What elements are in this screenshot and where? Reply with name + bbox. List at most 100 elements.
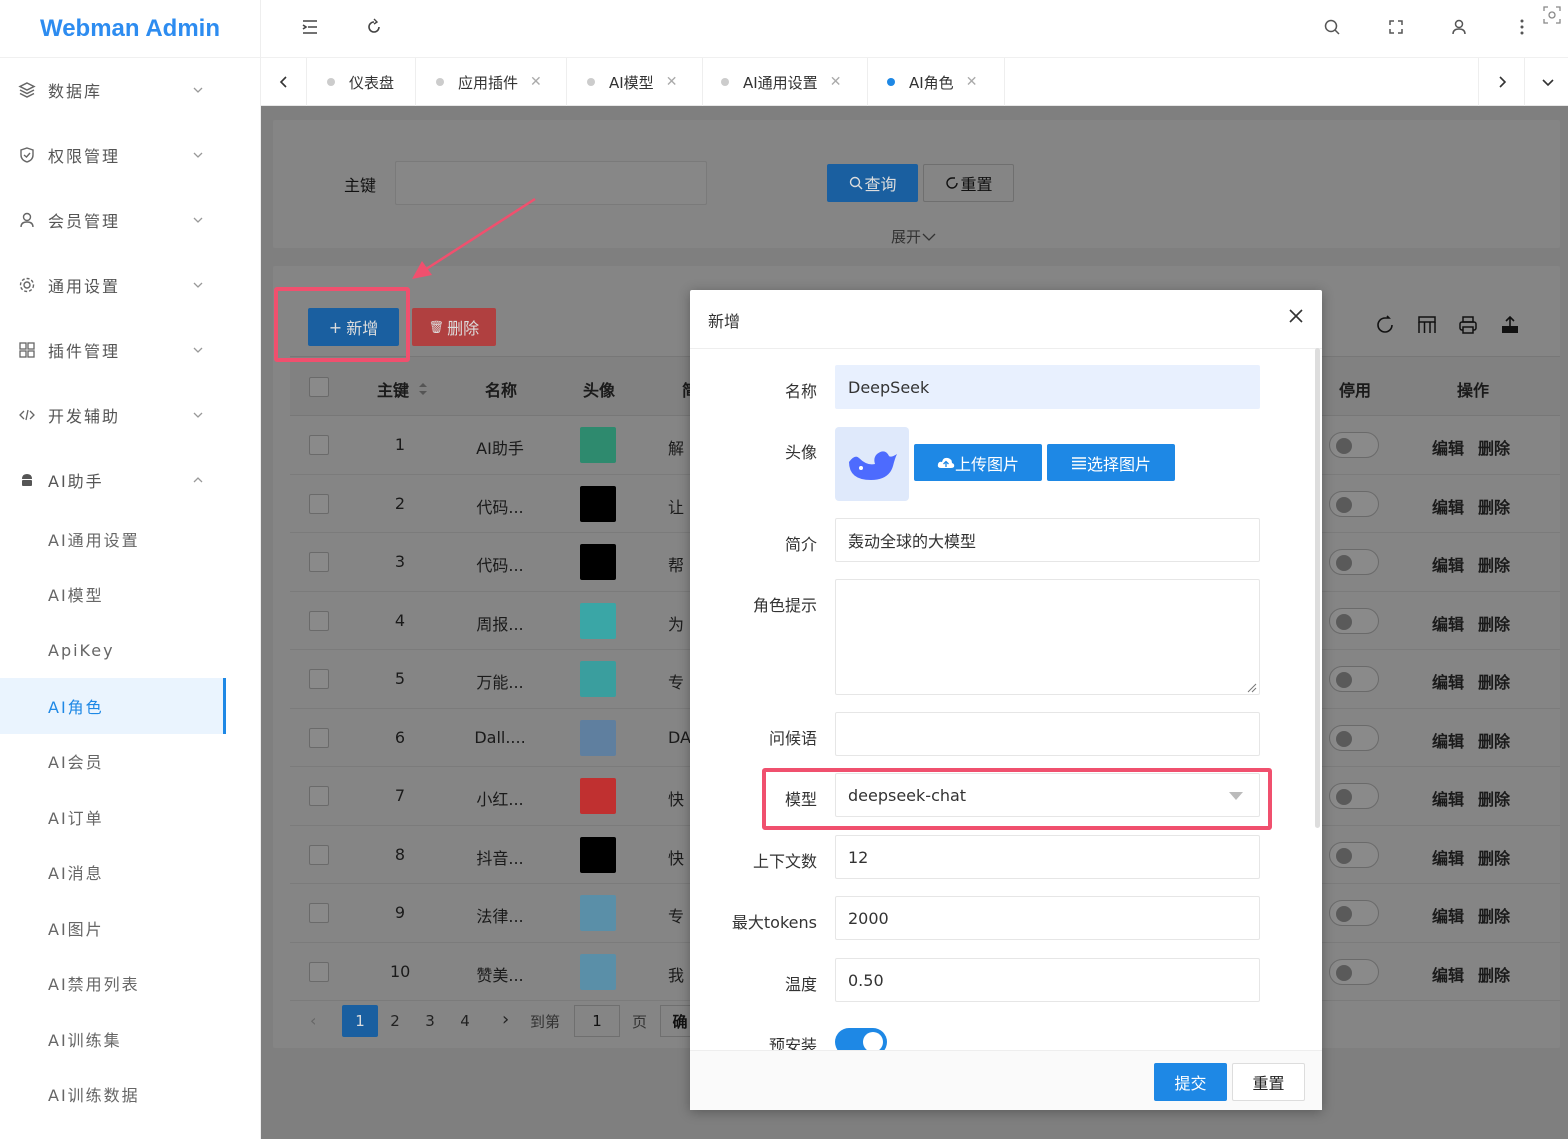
tokens-input[interactable]: 2000 bbox=[835, 896, 1260, 940]
close-icon[interactable]: ✕ bbox=[830, 74, 842, 90]
row-delete-button[interactable]: 删除 bbox=[1478, 728, 1510, 752]
row-checkbox[interactable] bbox=[309, 669, 329, 689]
row-checkbox[interactable] bbox=[309, 610, 329, 631]
row-delete-button[interactable]: 删除 bbox=[1478, 786, 1510, 810]
sidebar-item-settings[interactable]: 通用设置 bbox=[0, 257, 226, 313]
row-delete-button[interactable]: 删除 bbox=[1478, 494, 1510, 518]
sidebar-subitem[interactable]: AI会员 bbox=[0, 733, 226, 789]
row-disabled-toggle[interactable] bbox=[1329, 724, 1379, 751]
export-icon[interactable] bbox=[1499, 314, 1521, 340]
sidebar-subitem[interactable]: AI模型 bbox=[0, 566, 226, 622]
sidebar-subitem[interactable]: AI订单 bbox=[0, 789, 226, 845]
select-all-checkbox[interactable] bbox=[309, 377, 329, 397]
row-disabled-toggle[interactable] bbox=[1329, 783, 1379, 809]
sidebar-item-members[interactable]: 会员管理 bbox=[0, 192, 226, 248]
more-vertical-icon[interactable] bbox=[1509, 14, 1535, 40]
row-edit-button[interactable]: 编辑 bbox=[1432, 435, 1464, 459]
prompt-textarea[interactable] bbox=[835, 579, 1260, 695]
sidebar-subitem[interactable]: AI通用设置 bbox=[0, 511, 226, 567]
resize-handle-icon[interactable] bbox=[1247, 683, 1257, 693]
row-delete-button[interactable]: 删除 bbox=[1478, 903, 1510, 927]
temperature-input[interactable]: 0.50 bbox=[835, 958, 1260, 1002]
greeting-input[interactable] bbox=[835, 712, 1260, 756]
row-edit-button[interactable]: 编辑 bbox=[1432, 962, 1464, 986]
row-edit-button[interactable]: 编辑 bbox=[1432, 845, 1464, 869]
row-disabled-toggle[interactable] bbox=[1329, 900, 1379, 926]
row-checkbox[interactable] bbox=[309, 435, 329, 455]
expand-toggle[interactable]: 展开 bbox=[891, 226, 937, 247]
refresh-icon[interactable] bbox=[361, 14, 387, 40]
sidebar-subitem[interactable]: AI训练数据 bbox=[0, 1066, 226, 1122]
row-edit-button[interactable]: 编辑 bbox=[1432, 669, 1464, 693]
row-disabled-toggle[interactable] bbox=[1329, 666, 1379, 692]
row-checkbox[interactable] bbox=[309, 727, 329, 748]
row-delete-button[interactable]: 删除 bbox=[1478, 552, 1510, 576]
row-delete-button[interactable]: 删除 bbox=[1478, 611, 1510, 635]
tab-ai-role[interactable]: AI角色 ✕ bbox=[868, 58, 1005, 106]
sidebar-subitem[interactable]: ApiKey bbox=[0, 622, 226, 678]
tab-dashboard[interactable]: 仪表盘 bbox=[307, 58, 416, 106]
close-icon[interactable]: ✕ bbox=[966, 74, 978, 90]
tab-plugins[interactable]: 应用插件 ✕ bbox=[416, 58, 567, 106]
print-icon[interactable] bbox=[1457, 314, 1479, 340]
tabs-prev-button[interactable] bbox=[261, 58, 307, 106]
context-input[interactable]: 12 bbox=[835, 835, 1260, 879]
page-link[interactable]: 4 bbox=[447, 1005, 483, 1037]
sidebar-item-plugins[interactable]: 插件管理 bbox=[0, 322, 226, 378]
upload-image-button[interactable]: 上传图片 bbox=[914, 444, 1042, 481]
tab-ai-settings[interactable]: AI通用设置 ✕ bbox=[703, 58, 868, 106]
row-checkbox[interactable] bbox=[309, 844, 329, 865]
name-input[interactable]: DeepSeek bbox=[835, 365, 1260, 409]
row-disabled-toggle[interactable] bbox=[1329, 607, 1379, 634]
intro-input[interactable]: 轰动全球的大模型 bbox=[835, 518, 1260, 562]
next-page-icon[interactable]: › bbox=[502, 1009, 509, 1030]
row-checkbox[interactable] bbox=[309, 786, 329, 806]
row-checkbox[interactable] bbox=[309, 493, 329, 514]
row-edit-button[interactable]: 编辑 bbox=[1432, 494, 1464, 518]
sidebar-subitem[interactable]: AI训练集 bbox=[0, 1011, 226, 1067]
sidebar-item-permissions[interactable]: 权限管理 bbox=[0, 127, 226, 183]
sidebar-item-database[interactable]: 数据库 bbox=[0, 62, 226, 118]
refresh-icon[interactable] bbox=[1374, 314, 1396, 340]
row-checkbox[interactable] bbox=[309, 552, 329, 572]
tabs-next-button[interactable] bbox=[1478, 58, 1524, 106]
close-icon[interactable]: ✕ bbox=[666, 74, 678, 90]
goto-input[interactable]: 1 bbox=[574, 1005, 620, 1037]
sidebar-subitem-active[interactable]: AI角色 bbox=[0, 678, 226, 734]
delete-button[interactable]: 🗑 删除 bbox=[412, 308, 496, 346]
row-disabled-toggle[interactable] bbox=[1329, 841, 1379, 868]
user-icon[interactable] bbox=[1446, 14, 1472, 40]
row-delete-button[interactable]: 删除 bbox=[1478, 435, 1510, 459]
row-delete-button[interactable]: 删除 bbox=[1478, 962, 1510, 986]
col-id[interactable]: 主键 bbox=[377, 377, 429, 401]
choose-image-button[interactable]: 选择图片 bbox=[1047, 444, 1175, 481]
sidebar-subitem[interactable]: AI禁用列表 bbox=[0, 955, 226, 1011]
modal-scrollbar[interactable] bbox=[1315, 348, 1320, 828]
row-checkbox[interactable] bbox=[309, 961, 329, 982]
page-current[interactable]: 1 bbox=[342, 1005, 378, 1037]
sidebar-subitem[interactable]: AI图片 bbox=[0, 900, 226, 956]
page-link[interactable]: 3 bbox=[412, 1005, 448, 1037]
sidebar-subitem[interactable]: AI消息 bbox=[0, 844, 226, 900]
row-checkbox[interactable] bbox=[309, 903, 329, 923]
search-icon[interactable] bbox=[1319, 14, 1345, 40]
row-disabled-toggle[interactable] bbox=[1329, 958, 1379, 985]
columns-icon[interactable] bbox=[1416, 314, 1438, 340]
row-edit-button[interactable]: 编辑 bbox=[1432, 611, 1464, 635]
row-edit-button[interactable]: 编辑 bbox=[1432, 728, 1464, 752]
row-disabled-toggle[interactable] bbox=[1329, 432, 1379, 458]
menu-collapse-icon[interactable] bbox=[297, 14, 323, 40]
row-disabled-toggle[interactable] bbox=[1329, 549, 1379, 575]
row-delete-button[interactable]: 删除 bbox=[1478, 845, 1510, 869]
close-icon[interactable]: ✕ bbox=[530, 74, 542, 90]
prev-page-icon[interactable]: ‹ bbox=[310, 1011, 316, 1030]
row-edit-button[interactable]: 编辑 bbox=[1432, 903, 1464, 927]
tabs-menu-button[interactable] bbox=[1524, 58, 1568, 106]
sidebar-item-ai[interactable]: AI助手 bbox=[0, 452, 226, 508]
row-edit-button[interactable]: 编辑 bbox=[1432, 786, 1464, 810]
modal-reset-button[interactable]: 重置 bbox=[1232, 1063, 1305, 1101]
reset-button[interactable]: 重置 bbox=[923, 164, 1014, 202]
fullscreen-icon[interactable] bbox=[1383, 14, 1409, 40]
page-link[interactable]: 2 bbox=[377, 1005, 413, 1037]
tab-ai-model[interactable]: AI模型 ✕ bbox=[567, 58, 703, 106]
